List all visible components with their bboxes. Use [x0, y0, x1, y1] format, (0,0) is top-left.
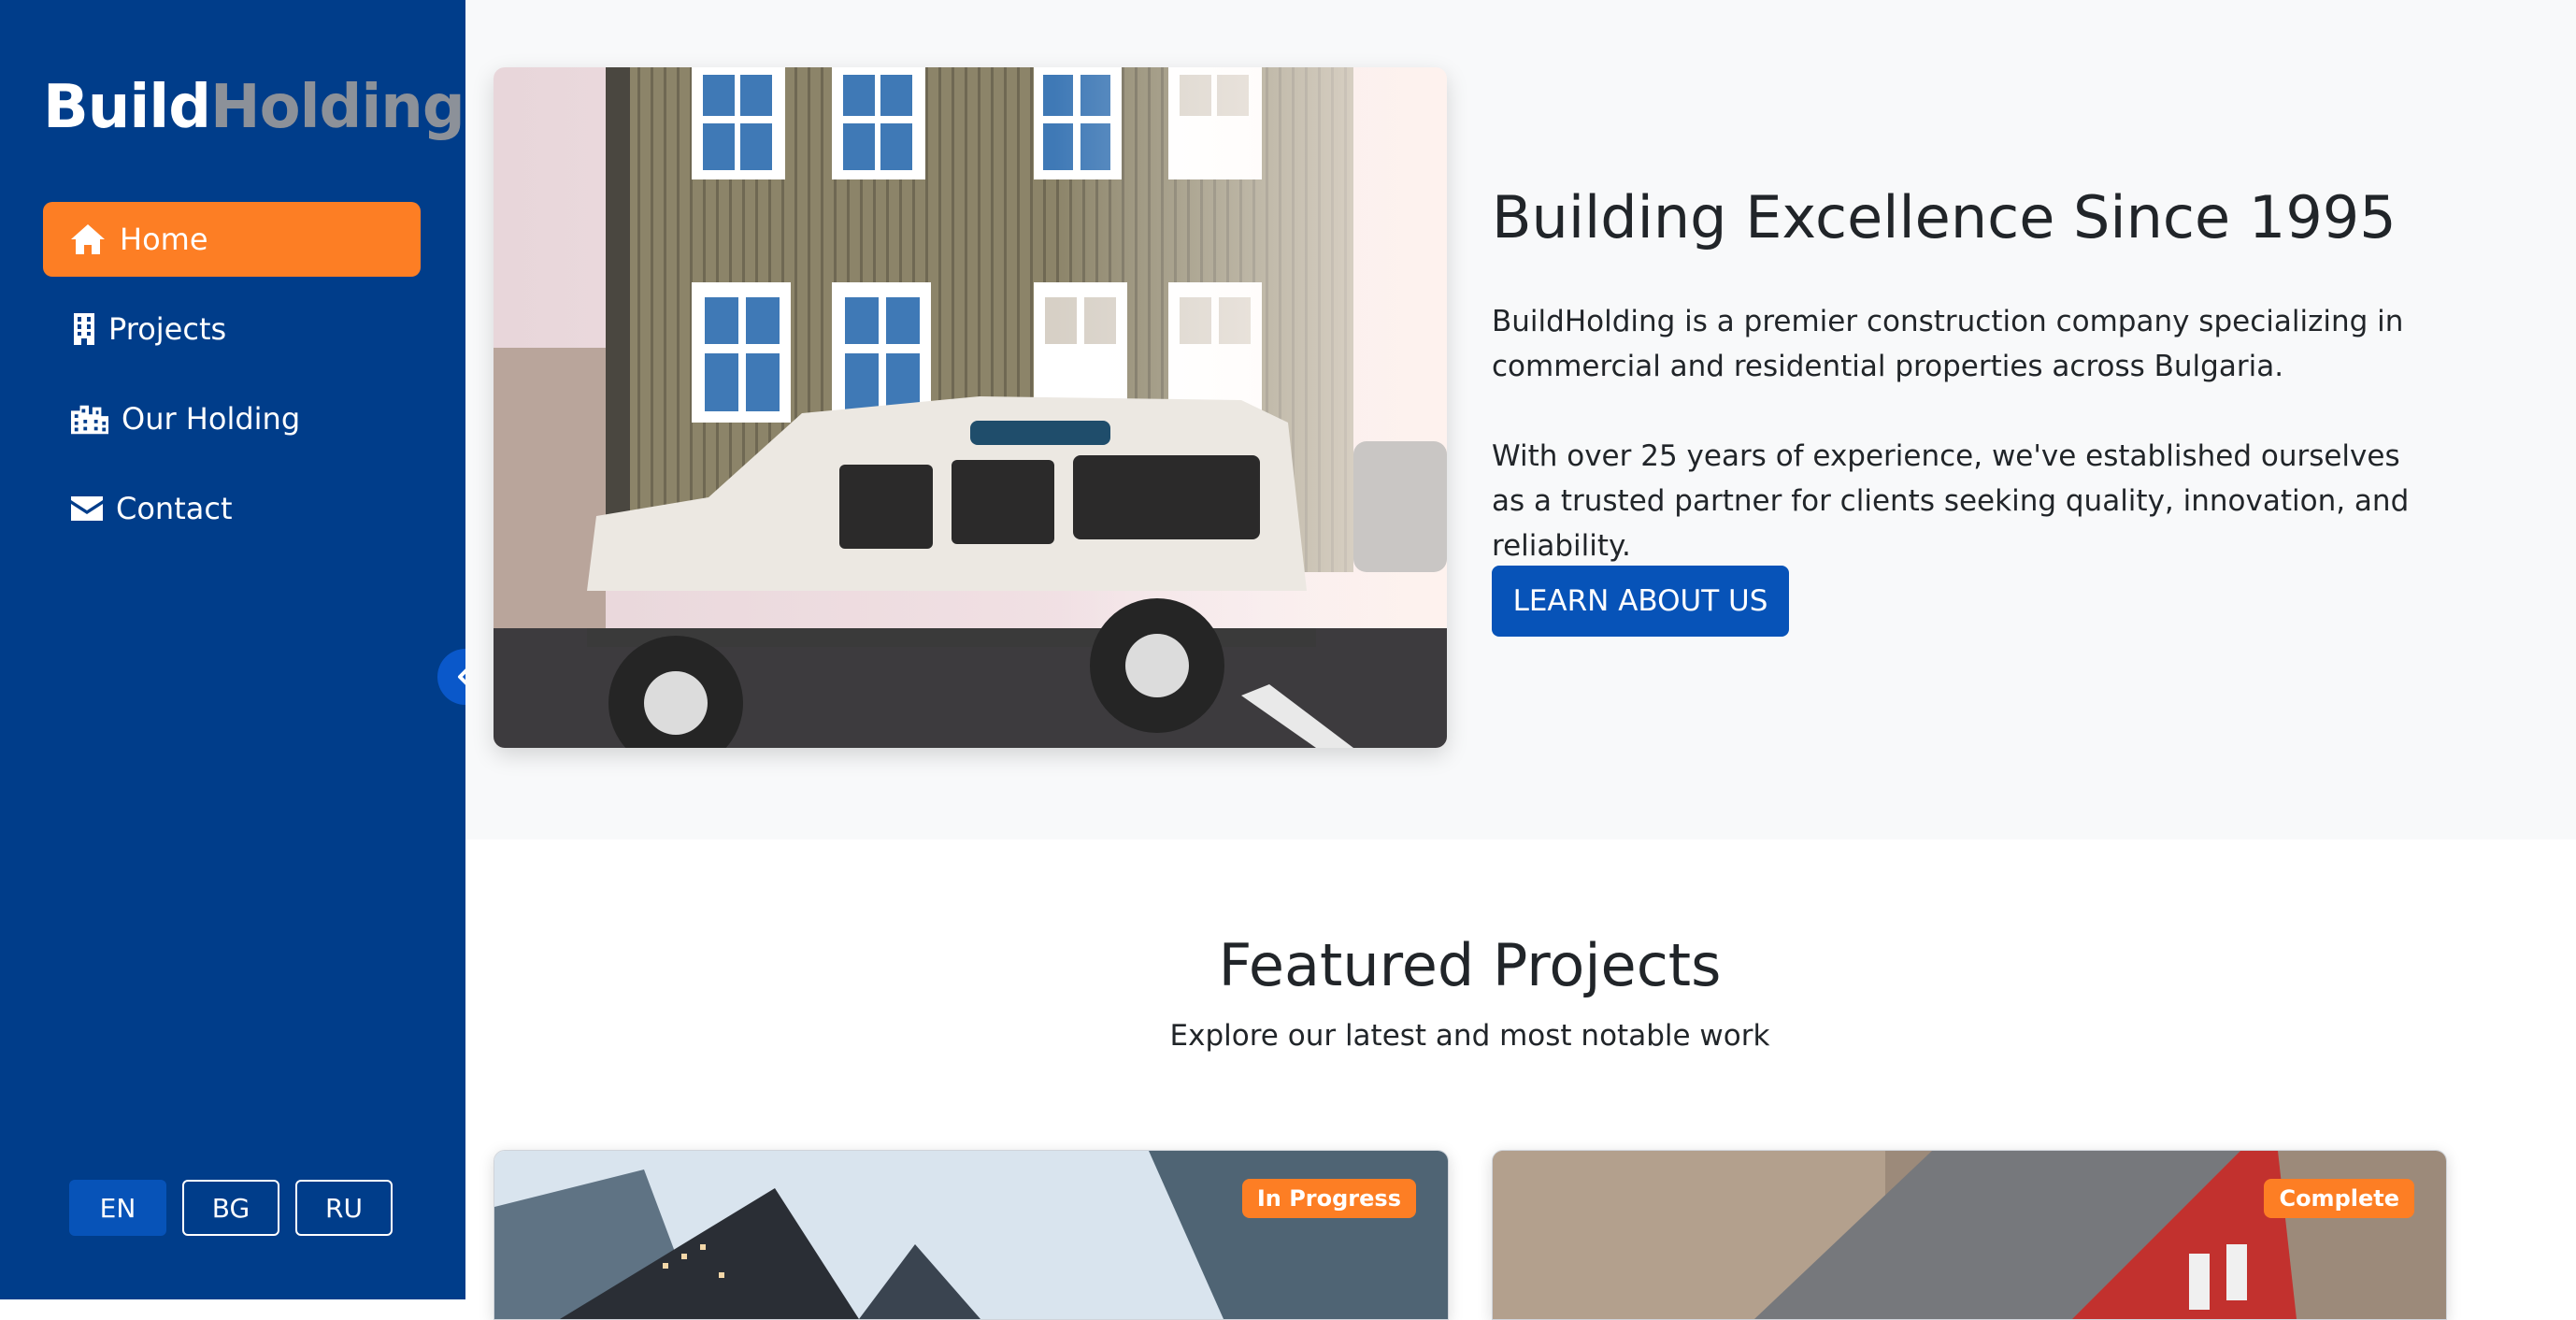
project-card-image [494, 1151, 1448, 1319]
project-card-image [1493, 1151, 2446, 1319]
nav-item-label: Contact [116, 491, 233, 526]
nav-item-projects[interactable]: Projects [43, 292, 421, 366]
building-icon [71, 310, 97, 348]
featured-projects-title: Featured Projects [1218, 931, 1722, 999]
nav-item-contact[interactable]: Contact [43, 471, 421, 546]
status-badge: In Progress [1241, 1179, 1416, 1218]
brand-part-holding: Holding [210, 73, 465, 142]
nav-item-label: Our Holding [122, 401, 301, 437]
learn-about-us-button[interactable]: LEARN ABOUT US [1492, 566, 1789, 637]
city-icon [71, 400, 108, 438]
envelope-icon [71, 490, 103, 527]
hero-paragraph-experience: With over 25 years of experience, we've … [1492, 439, 2410, 563]
status-badge: Complete [2264, 1179, 2414, 1218]
nav-item-our-holding[interactable]: Our Holding [43, 381, 421, 456]
hero-image [494, 67, 1447, 748]
featured-projects-subtitle: Explore our latest and most notable work [1169, 1019, 1770, 1053]
nav-item-home[interactable]: Home [43, 202, 421, 277]
project-card[interactable]: Complete [1492, 1150, 2447, 1320]
language-button-en[interactable]: EN [69, 1180, 166, 1236]
nav-item-label: Home [120, 222, 208, 257]
hero-paragraph-intro: BuildHolding is a premier construction c… [1492, 305, 2404, 383]
brand-logo[interactable]: BuildHolding [43, 73, 465, 142]
language-button-bg[interactable]: BG [182, 1180, 279, 1236]
home-icon [69, 221, 107, 258]
nav-item-label: Projects [108, 311, 227, 347]
language-button-ru[interactable]: RU [295, 1180, 393, 1236]
hero-title: Building Excellence Since 1995 [1492, 183, 2397, 251]
sidebar: BuildHolding Home Projects Our Holding C… [0, 0, 465, 1299]
project-card[interactable]: In Progress [494, 1150, 1449, 1320]
brand-part-build: Build [43, 73, 211, 142]
